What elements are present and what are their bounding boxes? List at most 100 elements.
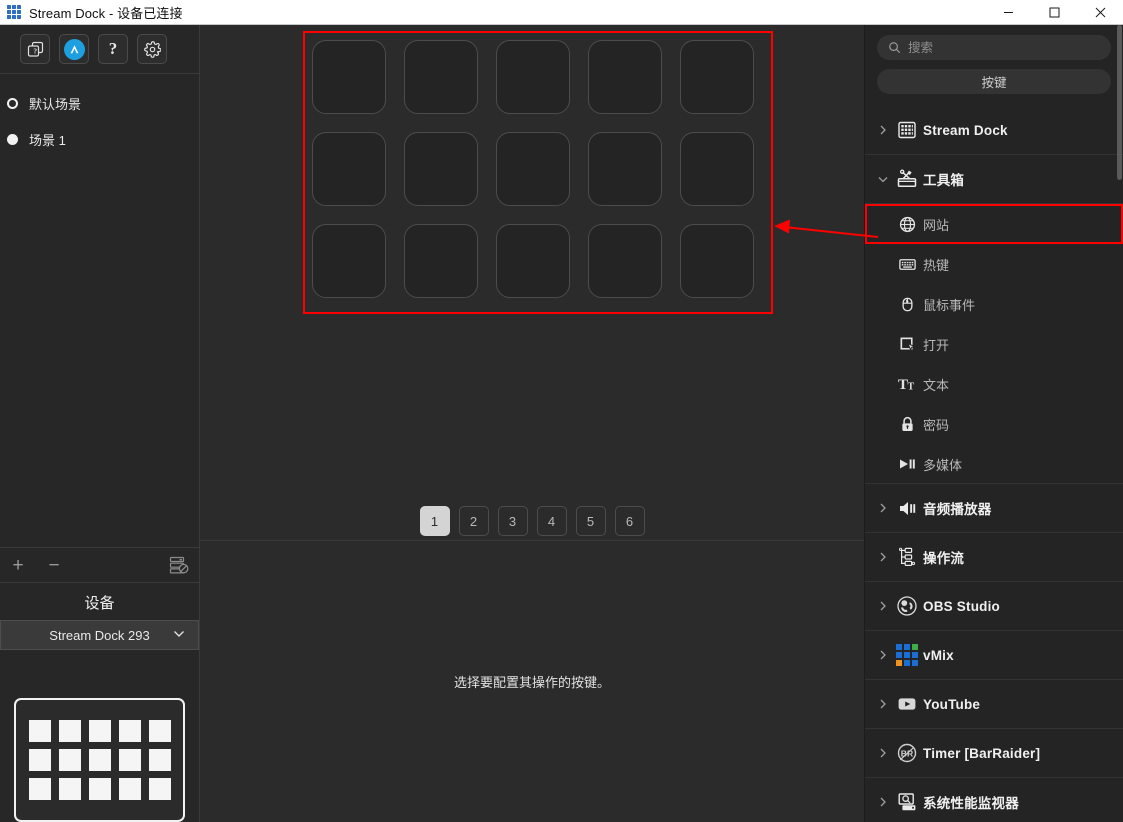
plugin-item-text[interactable]: T T 文本 — [865, 364, 1123, 404]
help-button[interactable]: ? — [98, 34, 128, 64]
plugin-category-label: 操作流 — [923, 551, 965, 566]
chevron-right-icon — [875, 551, 891, 563]
vmix-grid-icon — [891, 644, 923, 666]
key-grid — [312, 40, 754, 298]
device-select-value: Stream Dock 293 — [49, 627, 150, 643]
plugin-item-website[interactable]: 网站 — [865, 204, 1123, 244]
chevron-down-icon — [875, 173, 891, 185]
main-canvas: 1 2 3 4 5 6 选择要配置其操作的按键。 — [200, 25, 864, 822]
plugin-category-list[interactable]: Stream Dock 工具箱 网站 热键 鼠标事件 打开 T T 文本 密码 … — [865, 106, 1123, 822]
globe-icon — [891, 215, 923, 234]
sidebar-filler — [0, 157, 199, 547]
page-button-4[interactable]: 4 — [536, 506, 567, 536]
chevron-right-icon — [875, 698, 891, 710]
plugin-item-label: 热键 — [923, 257, 950, 273]
key-slot[interactable] — [404, 224, 478, 298]
plugin-category-label: 工具箱 — [923, 173, 965, 188]
plugin-category-audio-player[interactable]: 音频播放器 — [865, 483, 1123, 533]
svg-text:T: T — [898, 377, 908, 393]
page-button-6[interactable]: 6 — [614, 506, 645, 536]
sidebar-item-scene-1[interactable]: 场景 1 — [0, 121, 199, 157]
scene-actions-bar: + − — [0, 547, 199, 583]
key-slot[interactable] — [404, 132, 478, 206]
plugin-item-label: 密码 — [923, 417, 950, 433]
chevron-down-icon — [172, 627, 186, 644]
keypad-editor-area: 1 2 3 4 5 6 — [200, 25, 864, 540]
device-keypad-preview[interactable] — [14, 698, 185, 822]
plugin-category-workflow[interactable]: 操作流 — [865, 532, 1123, 582]
chevron-right-icon — [875, 796, 891, 808]
svg-text:T: T — [908, 382, 915, 393]
youtube-icon — [891, 693, 923, 715]
scene-selected-radio-icon — [7, 97, 18, 109]
device-section-heading: 设备 — [84, 595, 115, 612]
plugin-category-stream-dock[interactable]: Stream Dock — [865, 106, 1123, 155]
plugin-category-label: 音频播放器 — [923, 502, 992, 517]
scene-radio-icon — [7, 133, 18, 145]
plugin-category-system-monitor[interactable]: 系统性能监视器 — [865, 777, 1123, 822]
key-slot[interactable] — [312, 40, 386, 114]
vertical-scrollbar[interactable] — [1117, 25, 1122, 180]
plugin-category-label: 系统性能监视器 — [923, 796, 1019, 811]
page-button-3[interactable]: 3 — [497, 506, 528, 536]
scene-label: 场景 1 — [29, 132, 66, 148]
keys-tab-button[interactable]: 按键 — [877, 69, 1111, 94]
maximize-icon[interactable] — [1031, 0, 1077, 25]
plugin-item-password[interactable]: 密码 — [865, 404, 1123, 444]
page-selector: 1 2 3 4 5 6 — [200, 506, 864, 536]
plugin-category-timer-barraider[interactable]: BR Timer [BarRaider] — [865, 728, 1123, 778]
plugin-category-label: vMix — [923, 647, 954, 663]
plugin-item-hotkey[interactable]: 热键 — [865, 244, 1123, 284]
device-list-icon[interactable] — [169, 555, 189, 575]
key-slot[interactable] — [312, 132, 386, 206]
key-slot[interactable] — [588, 224, 662, 298]
keyboard-icon — [891, 255, 923, 274]
chevron-right-icon — [875, 600, 891, 612]
play-pause-icon — [891, 454, 923, 474]
key-slot[interactable] — [496, 132, 570, 206]
plugin-category-toolbox[interactable]: 工具箱 — [865, 154, 1123, 204]
window-controls — [985, 0, 1123, 25]
close-icon[interactable] — [1077, 0, 1123, 25]
page-button-1[interactable]: 1 — [419, 506, 450, 536]
plugin-category-vmix[interactable]: vMix — [865, 630, 1123, 680]
plugin-item-open[interactable]: 打开 — [865, 324, 1123, 364]
remove-scene-button[interactable]: − — [36, 548, 72, 582]
page-button-2[interactable]: 2 — [458, 506, 489, 536]
minimize-icon[interactable] — [985, 0, 1031, 25]
obs-studio-icon — [891, 595, 923, 617]
chevron-right-icon — [875, 502, 891, 514]
window-title: Stream Dock - 设备已连接 — [29, 5, 183, 21]
brand-button[interactable] — [59, 34, 89, 64]
key-slot[interactable] — [496, 40, 570, 114]
key-slot[interactable] — [680, 224, 754, 298]
search-input[interactable] — [908, 40, 1100, 55]
plugin-category-obs-studio[interactable]: OBS Studio — [865, 581, 1123, 631]
speaker-icon — [891, 498, 923, 519]
plugin-panel: 按键 — [864, 25, 1123, 822]
profiles-button[interactable]: ? — [20, 34, 50, 64]
key-slot[interactable] — [588, 40, 662, 114]
workflow-nodes-icon — [891, 546, 923, 568]
settings-button[interactable] — [137, 34, 167, 64]
key-slot[interactable] — [496, 224, 570, 298]
canvas-hint-text: 选择要配置其操作的按键。 — [453, 675, 610, 690]
search-box[interactable] — [877, 35, 1111, 60]
sidebar-toolbar: ? ? — [0, 25, 199, 74]
key-slot[interactable] — [588, 132, 662, 206]
window-titlebar: Stream Dock - 设备已连接 — [0, 0, 1123, 25]
key-slot[interactable] — [312, 224, 386, 298]
key-slot[interactable] — [680, 132, 754, 206]
key-slot[interactable] — [404, 40, 478, 114]
add-scene-button[interactable]: + — [0, 548, 36, 582]
plugin-item-multimedia[interactable]: 多媒体 — [865, 444, 1123, 484]
device-select[interactable]: Stream Dock 293 — [0, 620, 199, 650]
lock-icon — [891, 415, 923, 434]
key-slot[interactable] — [680, 40, 754, 114]
plugin-category-youtube[interactable]: YouTube — [865, 679, 1123, 729]
sidebar-item-scene-default[interactable]: 默认场景 — [0, 85, 199, 121]
page-button-5[interactable]: 5 — [575, 506, 606, 536]
toolbox-icon — [891, 168, 923, 190]
plugin-item-mouse-event[interactable]: 鼠标事件 — [865, 284, 1123, 324]
plugin-category-label: OBS Studio — [923, 598, 1000, 614]
